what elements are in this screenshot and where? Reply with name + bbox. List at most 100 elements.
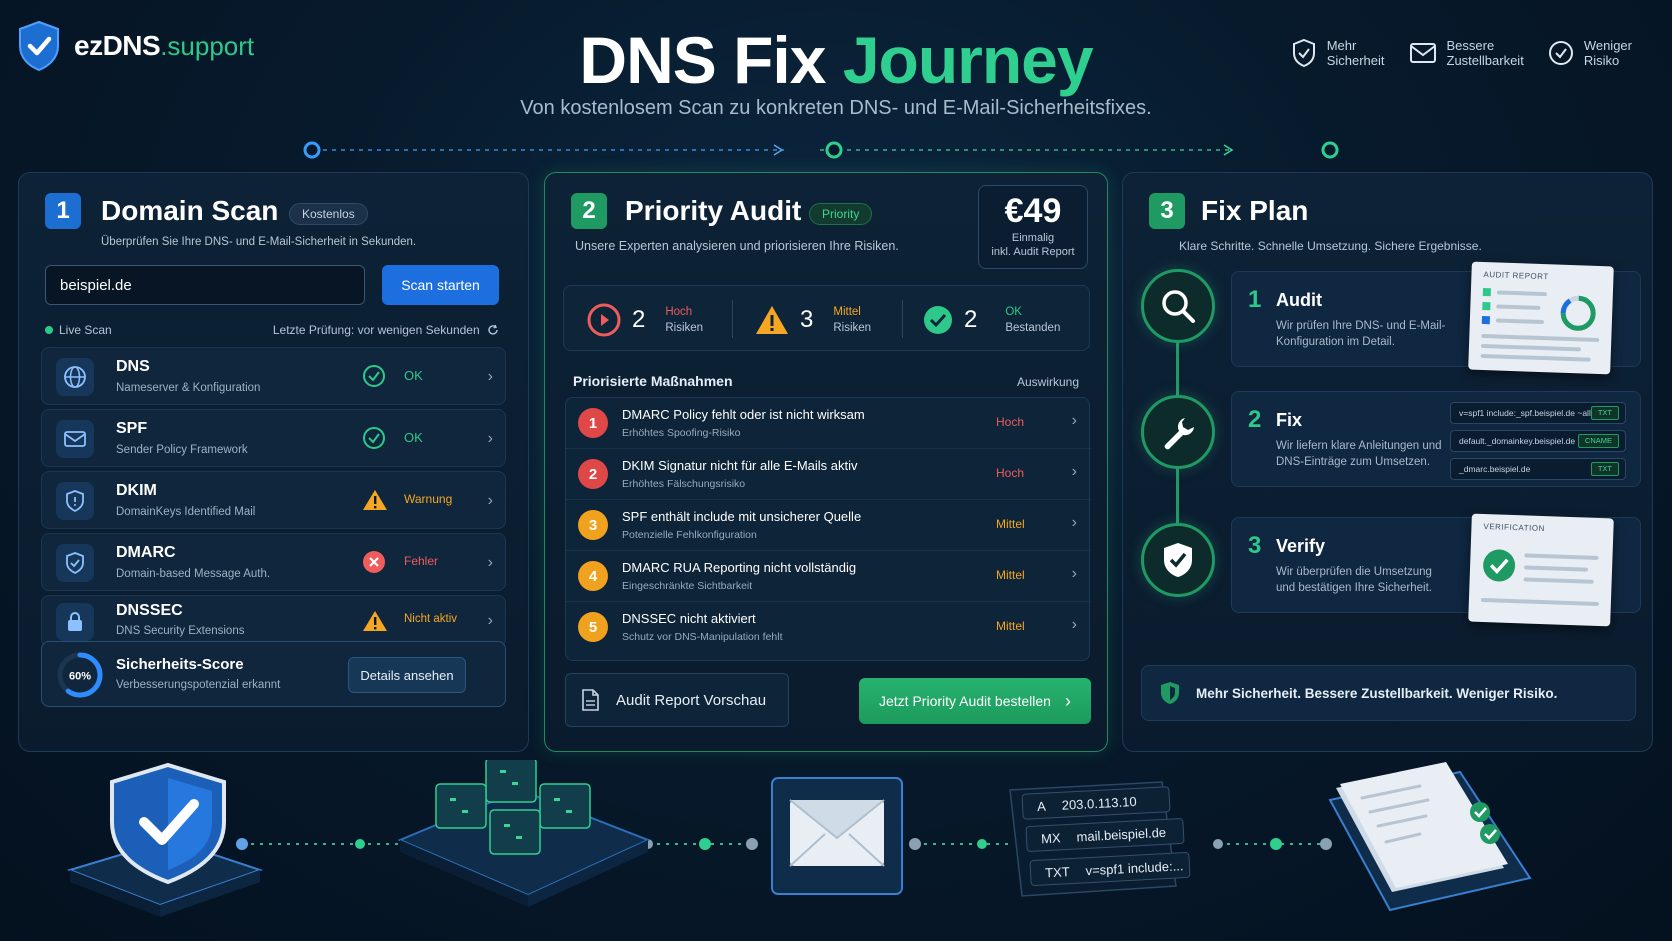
- score-value: 60%: [69, 671, 91, 683]
- score-ring: 60%: [57, 652, 103, 698]
- prio-sub: Erhöhtes Fälschungsrisiko: [622, 478, 746, 490]
- check-sub: Nameserver & Konfiguration: [116, 382, 261, 394]
- list-item[interactable]: 3 SPF enthält include mit unsicherer Que…: [566, 500, 1091, 551]
- check-sub: DNS Security Extensions: [116, 625, 245, 637]
- perk-risk: Weniger Risiko: [1548, 38, 1632, 68]
- mail-icon: [56, 420, 94, 458]
- fix-step-verify[interactable]: 3 Verify Wir überprüfen die Umsetzung un…: [1231, 513, 1641, 627]
- risk-summary: 2 Hoch Risiken 3 Mittel Risiken 2 OK Bestan…: [563, 285, 1090, 351]
- mail-icon: [1409, 43, 1436, 63]
- check-name: DKIM: [116, 482, 157, 499]
- perk-line1: Weniger: [1583, 38, 1632, 53]
- prio-sub: Potenzielle Fehlkonfiguration: [622, 529, 757, 541]
- record-type: TXT: [1590, 406, 1619, 420]
- risk-label: OK: [1005, 306, 1022, 318]
- dns-record: v=spf1 include:_spf.beispiel.de ~all TXT: [1450, 402, 1626, 424]
- check-sub: DomainKeys Identified Mail: [116, 506, 256, 518]
- details-button[interactable]: Details ansehen: [348, 657, 466, 693]
- chevron-right-icon[interactable]: ›: [488, 368, 493, 386]
- refresh-icon[interactable]: [487, 324, 499, 336]
- record-value: default._domainkey.beispiel.de: [1459, 436, 1576, 446]
- report-preview-button[interactable]: Audit Report Vorschau: [565, 673, 789, 727]
- prio-list: 1 DMARC Policy fehlt oder ist nicht wirk…: [565, 397, 1091, 661]
- check-row-spf[interactable]: SPF Sender Policy Framework OK ›: [41, 409, 506, 467]
- prio-title: DMARC Policy fehlt oder ist nicht wirksa…: [622, 407, 865, 422]
- check-name: DMARC: [116, 544, 176, 561]
- step-desc: Wir liefern klare Anleitungen und DNS-Ei…: [1276, 440, 1442, 468]
- globe-icon: [56, 358, 94, 396]
- risk-count: 2: [632, 306, 646, 333]
- shield-check-icon: [66, 762, 264, 917]
- journey-node-2: [825, 141, 843, 159]
- step-desc: Wir überprüfen die Umsetzung und bestäti…: [1276, 566, 1432, 594]
- title-part2: Journey: [842, 23, 1094, 97]
- document-icon: [582, 689, 599, 711]
- scan-start-button[interactable]: Scan starten: [382, 265, 499, 305]
- impact-badge: Mittel: [996, 517, 1025, 531]
- score-sub: Verbesserungspotenzial erkannt: [116, 679, 281, 691]
- risk-medium: 3 Mittel Risiken: [754, 298, 871, 342]
- prio-title: SPF enthält include mit unsicherer Quell…: [622, 509, 862, 524]
- record-type: CNAME: [1577, 434, 1619, 448]
- impact-badge: Mittel: [996, 568, 1025, 582]
- fix-step-fix[interactable]: 2 Fix Wir liefern klare Anleitungen und …: [1231, 391, 1641, 487]
- list-item[interactable]: 1 DMARC Policy fehlt oder ist nicht wirk…: [566, 398, 1091, 449]
- record-value: mail.beispiel.de: [1076, 824, 1167, 844]
- list-item[interactable]: 2 DKIM Signatur nicht für alle E-Mails a…: [566, 449, 1091, 500]
- panel-title: Domain Scan: [101, 195, 279, 226]
- prio-title: DKIM Signatur nicht für alle E-Mails akt…: [622, 458, 858, 473]
- step-number: 1: [1248, 286, 1262, 313]
- shield-icon: [56, 482, 94, 520]
- chevron-right-icon[interactable]: ›: [1072, 514, 1077, 532]
- domain-input[interactable]: [45, 265, 365, 305]
- check-circle-icon: [363, 365, 385, 387]
- report-documents-icon: [1328, 762, 1532, 912]
- step-title: Verify: [1276, 536, 1326, 556]
- perks-list: Mehr Sicherheit Bessere Zustellbarkeit Wen…: [1291, 38, 1632, 68]
- verification-thumbnail: VERIFICATION: [1468, 513, 1614, 627]
- check-row-dnssec[interactable]: DNSSEC DNS Security Extensions Nicht akt…: [41, 595, 506, 647]
- wrench-icon: [1141, 395, 1215, 469]
- live-dot-icon: [45, 326, 53, 334]
- list-item[interactable]: 5 DNSSEC nicht aktiviert Schutz vor DNS-…: [566, 602, 1091, 653]
- risk-label2: Risiken: [833, 322, 872, 334]
- perk-line1: Bessere: [1446, 38, 1495, 53]
- impact-badge: Hoch: [996, 415, 1025, 429]
- price: €49: [1004, 192, 1062, 230]
- impact-badge: Hoch: [996, 466, 1025, 480]
- mail-icon: [771, 777, 903, 895]
- prio-number: 4: [578, 561, 608, 591]
- preview-label: Audit Report Vorschau: [616, 691, 767, 709]
- check-row-dmarc[interactable]: DMARC Domain-based Message Auth. Fehler …: [41, 533, 506, 591]
- chevron-right-icon[interactable]: ›: [1072, 565, 1077, 583]
- title-part1: DNS Fix: [579, 23, 826, 97]
- risk-label: Hoch: [665, 306, 693, 318]
- chevron-right-icon[interactable]: ›: [1072, 616, 1077, 634]
- step-badge: 3: [1149, 193, 1185, 229]
- list-item[interactable]: 4 DMARC RUA Reporting nicht vollständig …: [566, 551, 1091, 602]
- divider: [902, 300, 903, 338]
- check-row-dns[interactable]: DNS Nameserver & Konfiguration OK ›: [41, 347, 506, 405]
- record-value: v=spf1 include:_spf.beispiel.de ~all: [1459, 408, 1591, 418]
- doc-label: AUDIT REPORT: [1483, 269, 1549, 282]
- shield-check-icon: [1161, 682, 1179, 704]
- live-scan-row: Live Scan Letzte Prüfung: vor wenigen Se…: [45, 323, 499, 337]
- step-number: 3: [1248, 532, 1262, 559]
- order-audit-button[interactable]: Jetzt Priority Audit bestellen ›: [859, 678, 1091, 724]
- chevron-right-icon[interactable]: ›: [488, 492, 493, 510]
- price-line1: Einmalig: [1011, 232, 1055, 244]
- chevron-right-icon[interactable]: ›: [488, 430, 493, 448]
- check-row-dkim[interactable]: DKIM DomainKeys Identified Mail Warnung …: [41, 471, 506, 529]
- check-name: DNS: [116, 358, 150, 375]
- chevron-right-icon[interactable]: ›: [1072, 412, 1077, 430]
- chevron-right-icon[interactable]: ›: [1072, 463, 1077, 481]
- shield-check-icon: [1292, 38, 1315, 68]
- prio-number: 1: [578, 408, 608, 438]
- chevron-right-icon[interactable]: ›: [488, 612, 493, 630]
- chevron-right-icon[interactable]: ›: [488, 554, 493, 572]
- prio-sub: Erhöhtes Spoofing-Risiko: [622, 427, 741, 439]
- panel-description: Klare Schritte. Schnelle Umsetzung. Sich…: [1179, 239, 1482, 253]
- score-title: Sicherheits-Score: [116, 656, 244, 673]
- status-badge: OK: [404, 368, 423, 383]
- fix-step-audit[interactable]: 1 Audit Wir prüfen Ihre DNS- und E-Mail-…: [1231, 261, 1641, 375]
